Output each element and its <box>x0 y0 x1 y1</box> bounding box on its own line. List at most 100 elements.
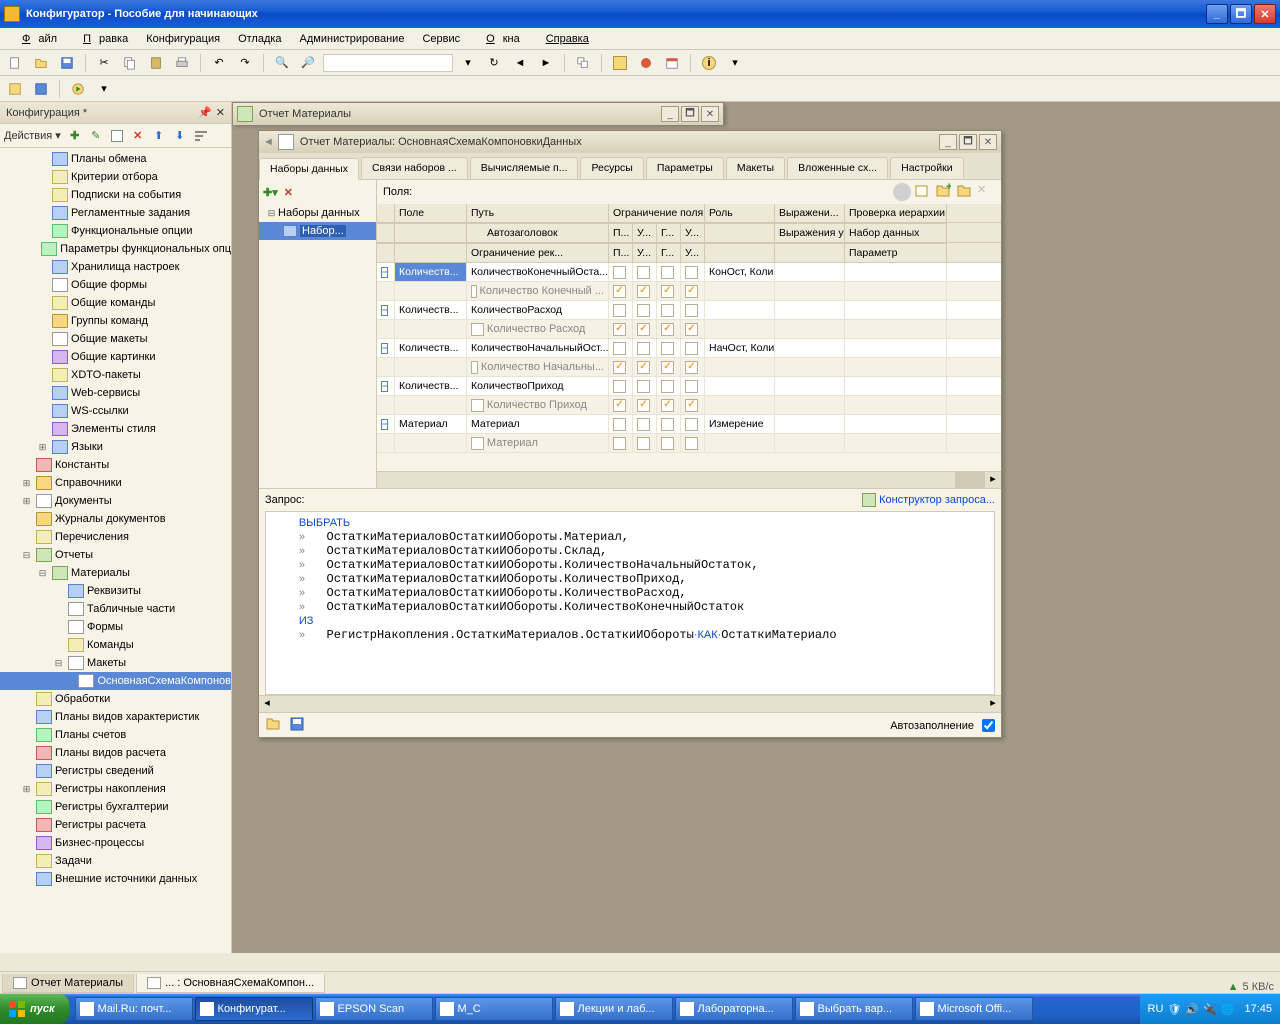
find-combo[interactable] <box>323 54 453 72</box>
tree-item[interactable]: Обработки <box>0 690 231 708</box>
schema-tab[interactable]: Вычисляемые п... <box>470 157 579 179</box>
config-tree[interactable]: Планы обменаКритерии отбораПодписки на с… <box>0 148 231 953</box>
taskbar-item[interactable]: EPSON Scan <box>315 997 433 1021</box>
tree-item[interactable]: Формы <box>0 618 231 636</box>
up-icon[interactable]: ⬆ <box>150 127 168 145</box>
schema-tab[interactable]: Наборы данных <box>259 158 359 180</box>
tree-item[interactable]: ОсновнаяСхемаКомпонов <box>0 672 231 690</box>
menu-Администрирование[interactable]: Администрирование <box>292 31 413 47</box>
help-dd[interactable]: ▾ <box>724 52 746 74</box>
tray-icon[interactable]: 🛡 <box>1167 1003 1181 1016</box>
tree-item[interactable]: Регистры сведений <box>0 762 231 780</box>
taskbar-item[interactable]: М_С <box>435 997 553 1021</box>
sw-max[interactable]: 🗖 <box>959 134 977 150</box>
delete-icon[interactable]: ✕ <box>129 127 147 145</box>
menu-Справка[interactable]: Справка <box>530 31 605 47</box>
add-icon[interactable]: ✚ <box>66 127 84 145</box>
grid-row[interactable]: −МатериалМатериалИзмерение <box>377 415 1001 434</box>
grid-subrow[interactable]: Материал <box>377 434 1001 453</box>
back-icon[interactable]: ◄ <box>509 52 531 74</box>
tree-item[interactable]: Регистры накопления <box>0 780 231 798</box>
tree-item[interactable]: Макеты <box>0 654 231 672</box>
tree-item[interactable]: Элементы стиля <box>0 420 231 438</box>
tray-icon[interactable]: 🔊 <box>1185 1003 1199 1016</box>
taskbar-item[interactable]: Конфигурат... <box>195 997 313 1021</box>
tree-item[interactable]: Общие формы <box>0 276 231 294</box>
save-btn-icon[interactable] <box>289 716 305 735</box>
schema-tab[interactable]: Макеты <box>726 157 785 179</box>
grid-subrow[interactable]: Количество Начальны... <box>377 358 1001 377</box>
undo-icon[interactable]: ↶ <box>208 52 230 74</box>
refresh-icon[interactable]: ↻ <box>483 52 505 74</box>
tree-item[interactable]: Табличные части <box>0 600 231 618</box>
save-icon[interactable] <box>56 52 78 74</box>
panel-close-icon[interactable]: ✕ <box>216 106 225 119</box>
tree-item[interactable]: Планы видов расчета <box>0 744 231 762</box>
find-icon[interactable]: 🔍 <box>271 52 293 74</box>
tree-item[interactable]: Параметры функциональных опц <box>0 240 231 258</box>
close-button[interactable]: ✕ <box>1254 4 1276 24</box>
system-tray[interactable]: RU 🛡 🔊 🔌 🌐 17:45 <box>1140 994 1280 1024</box>
tray-icon[interactable]: 🌐 <box>1221 1003 1235 1016</box>
ft-icon2[interactable] <box>914 183 932 201</box>
tree-item[interactable]: Планы обмена <box>0 150 231 168</box>
tree-item[interactable]: Общие макеты <box>0 330 231 348</box>
calendar-icon[interactable] <box>661 52 683 74</box>
menu-Файл[interactable]: Файл <box>6 31 65 47</box>
down-icon[interactable]: ⬇ <box>171 127 189 145</box>
tree-item[interactable]: WS-ссылки <box>0 402 231 420</box>
tree-item[interactable]: Языки <box>0 438 231 456</box>
tree-item[interactable]: Общие команды <box>0 294 231 312</box>
paste-icon[interactable] <box>145 52 167 74</box>
debug-icon[interactable] <box>635 52 657 74</box>
sort-icon[interactable] <box>192 127 210 145</box>
syntax-icon[interactable] <box>609 52 631 74</box>
tree-item[interactable]: Бизнес-процессы <box>0 834 231 852</box>
tree-item[interactable]: Планы счетов <box>0 726 231 744</box>
tree-item[interactable]: Функциональные опции <box>0 222 231 240</box>
tree-item[interactable]: Журналы документов <box>0 510 231 528</box>
grid-subrow[interactable]: Количество Приход <box>377 396 1001 415</box>
ft-folder-icon[interactable] <box>956 183 974 201</box>
taskbar-item[interactable]: Лекции и лаб... <box>555 997 673 1021</box>
tree-item[interactable]: Материалы <box>0 564 231 582</box>
run-dd[interactable]: ▾ <box>93 78 115 100</box>
tree-item[interactable]: Документы <box>0 492 231 510</box>
report-window-back[interactable]: Отчет Материалы _ 🗖 ✕ <box>232 102 724 124</box>
tool-icon[interactable]: ▾ <box>457 52 479 74</box>
print-icon[interactable] <box>171 52 193 74</box>
grid-subrow[interactable]: Количество Конечный ... <box>377 282 1001 301</box>
tree-item[interactable]: Группы команд <box>0 312 231 330</box>
tree-item[interactable]: Регистры бухгалтерии <box>0 798 231 816</box>
grid-row[interactable]: −Количеств...КоличествоРасход <box>377 301 1001 320</box>
schema-tab[interactable]: Вложенные сх... <box>787 157 888 179</box>
tree-item[interactable]: Критерии отбора <box>0 168 231 186</box>
help-icon[interactable]: i <box>698 52 720 74</box>
tree-item[interactable]: Перечисления <box>0 528 231 546</box>
taskbar-item[interactable]: Mail.Ru: почт... <box>75 997 193 1021</box>
fwd-icon[interactable]: ► <box>535 52 557 74</box>
run-icon[interactable] <box>67 78 89 100</box>
start-button[interactable]: пуск <box>0 994 69 1024</box>
bw-max[interactable]: 🗖 <box>681 106 699 122</box>
ft-icon1[interactable] <box>893 183 911 201</box>
schema-tab[interactable]: Ресурсы <box>580 157 643 179</box>
windows-icon[interactable] <box>572 52 594 74</box>
cfg-open-icon[interactable] <box>4 78 26 100</box>
clock[interactable]: 17:45 <box>1244 1003 1272 1015</box>
tree-item[interactable]: Внешние источники данных <box>0 870 231 888</box>
menu-Конфигурация[interactable]: Конфигурация <box>138 31 228 47</box>
tree-item[interactable]: Подписки на события <box>0 186 231 204</box>
tree-item[interactable]: Общие картинки <box>0 348 231 366</box>
grid-subrow[interactable]: Количество Расход <box>377 320 1001 339</box>
maximize-button[interactable]: 🗖 <box>1230 4 1252 24</box>
ds-del-icon[interactable]: ✕ <box>284 186 293 199</box>
tree-item[interactable]: XDTO-пакеты <box>0 366 231 384</box>
tree-item[interactable]: Отчеты <box>0 546 231 564</box>
menu-Окна[interactable]: Окна <box>470 31 528 47</box>
tree-item[interactable]: Справочники <box>0 474 231 492</box>
taskbar-item[interactable]: Лабораторна... <box>675 997 793 1021</box>
ft-add-icon[interactable]: + <box>935 183 953 201</box>
sw-close[interactable]: ✕ <box>979 134 997 150</box>
nav-left-icon[interactable]: ◄ <box>263 136 274 148</box>
